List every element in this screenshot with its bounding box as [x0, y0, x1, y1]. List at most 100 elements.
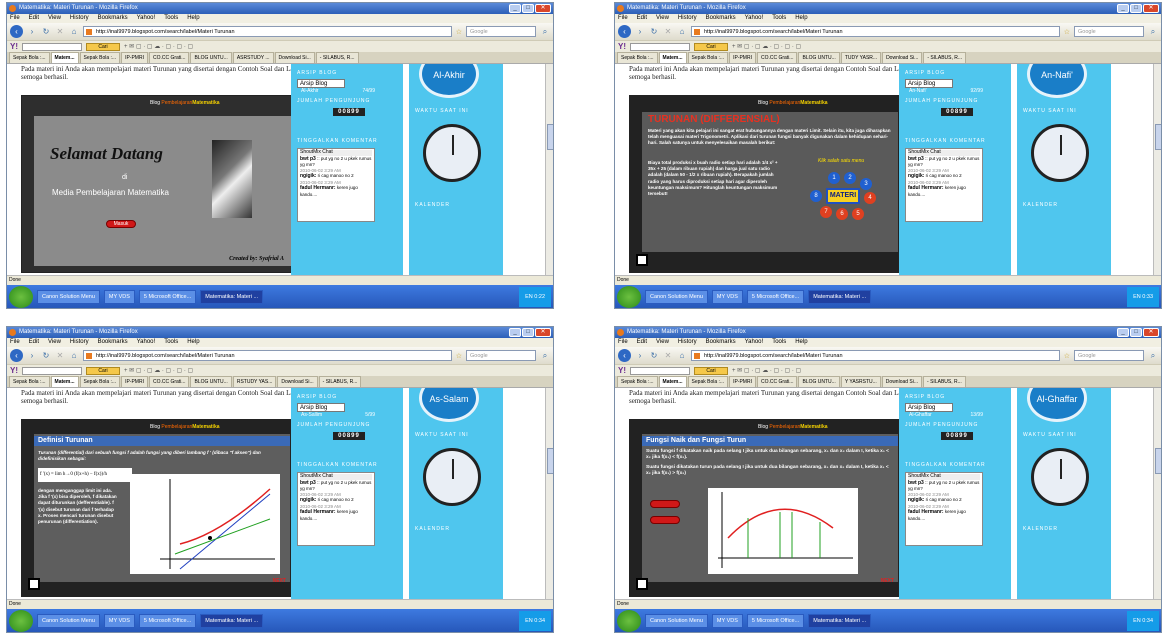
close-button[interactable]: ✕: [1143, 4, 1159, 13]
menu-item-file[interactable]: File: [618, 14, 628, 23]
back-icon[interactable]: ‹: [618, 349, 631, 362]
menu-item-tools[interactable]: Tools: [164, 338, 178, 347]
browser-tab[interactable]: Sepak Bola :...: [79, 376, 121, 387]
browser-tab[interactable]: BLOG UNTU...: [798, 376, 840, 387]
taskbar-button[interactable]: Canon Solution Menu: [645, 614, 708, 628]
menu-item-help[interactable]: Help: [187, 14, 199, 23]
menu-item-2[interactable]: 2: [844, 172, 856, 184]
menu-item-bookmarks[interactable]: Bookmarks: [706, 14, 736, 23]
menu-item-view[interactable]: View: [656, 14, 669, 23]
toolbar-icons[interactable]: + ✉ ▢ · ▢ ☁ · ▢ · ▢ · ▢: [732, 43, 801, 50]
menu-item-edit[interactable]: Edit: [29, 14, 39, 23]
menu-item-tools[interactable]: Tools: [772, 14, 786, 23]
browser-tab[interactable]: Sepak Bola :...: [9, 376, 50, 387]
yahoo-search-button[interactable]: Cari: [694, 366, 728, 375]
stop-icon[interactable]: ✕: [663, 351, 673, 360]
home-button-icon[interactable]: [28, 578, 40, 590]
url-bar[interactable]: http://inal9979.blogspot.com/search/labe…: [691, 350, 1060, 361]
browser-tab[interactable]: Sepak Bola :...: [617, 376, 658, 387]
browser-tab[interactable]: IP-PMRI: [729, 52, 756, 63]
bookmark-star-icon[interactable]: ☆: [1064, 28, 1070, 36]
menu-item-yahoo[interactable]: Yahoo!: [137, 14, 156, 23]
taskbar-button[interactable]: Canon Solution Menu: [37, 290, 100, 304]
browser-tab[interactable]: CO.CC Grati...: [756, 376, 798, 387]
taskbar-button[interactable]: Matematika: Materi ...: [200, 614, 264, 628]
start-button[interactable]: [9, 610, 33, 632]
search-icon[interactable]: ⌕: [540, 27, 550, 37]
browser-tab[interactable]: TUDY YASR...: [840, 52, 882, 63]
browser-tab[interactable]: CO.CC Grati...: [756, 52, 798, 63]
taskbar-button[interactable]: MY VDS: [103, 614, 135, 628]
taskbar-button[interactable]: 5 Microsoft Office...: [138, 290, 197, 304]
taskbar-button[interactable]: MY VDS: [711, 290, 743, 304]
flash-slide[interactable]: Blog PembelajaranMatematika Selamat Data…: [21, 95, 301, 273]
taskbar-button[interactable]: MY VDS: [711, 614, 743, 628]
taskbar-button[interactable]: 5 Microsoft Office...: [746, 290, 805, 304]
start-button[interactable]: [617, 610, 641, 632]
maximize-button[interactable]: □: [1130, 4, 1142, 13]
browser-tab[interactable]: CO.CC Grati...: [148, 376, 190, 387]
yahoo-search-button[interactable]: Cari: [694, 42, 728, 51]
toolbar-icons[interactable]: + ✉ ▢ · ▢ ☁ · ▢ · ▢ · ▢: [732, 367, 801, 374]
forward-icon[interactable]: ›: [27, 27, 37, 36]
search-icon[interactable]: ⌕: [1148, 351, 1158, 361]
menu-item-file[interactable]: File: [618, 338, 628, 347]
menu-item-bookmarks[interactable]: Bookmarks: [706, 338, 736, 347]
url-bar[interactable]: http://inal9979.blogspot.com/search/labe…: [691, 26, 1060, 37]
browser-tab[interactable]: Download Si...: [882, 52, 923, 63]
taskbar-button[interactable]: Matematika: Materi ...: [200, 290, 264, 304]
yahoo-logo[interactable]: Y!: [618, 366, 626, 375]
back-icon[interactable]: ‹: [618, 25, 631, 38]
browser-tab[interactable]: IP-PMRI: [121, 52, 148, 63]
yahoo-search-button[interactable]: Cari: [86, 366, 120, 375]
browser-tab[interactable]: - SILABUS, R...: [923, 376, 966, 387]
search-icon[interactable]: ⌕: [540, 351, 550, 361]
menu-item-yahoo[interactable]: Yahoo!: [137, 338, 156, 347]
bookmark-star-icon[interactable]: ☆: [456, 28, 462, 36]
close-button[interactable]: ✕: [535, 328, 551, 337]
menu-item-help[interactable]: Help: [795, 338, 807, 347]
browser-tab[interactable]: Sepak Bola :...: [687, 52, 729, 63]
browser-tab[interactable]: Download Si...: [881, 376, 923, 387]
menu-item-help[interactable]: Help: [795, 14, 807, 23]
stop-icon[interactable]: ✕: [55, 27, 65, 36]
menu-item-view[interactable]: View: [48, 14, 61, 23]
menu-item-edit[interactable]: Edit: [637, 338, 647, 347]
menu-item-history[interactable]: History: [678, 338, 697, 347]
minimize-button[interactable]: _: [1117, 328, 1129, 337]
shoutbox[interactable]: ShoutMix Chat bwt p3 :: put yg no 2 u pk…: [297, 472, 375, 546]
taskbar-button[interactable]: 5 Microsoft Office...: [138, 614, 197, 628]
stop-icon[interactable]: ✕: [663, 27, 673, 36]
yahoo-search-field[interactable]: [22, 42, 82, 51]
search-input[interactable]: Google: [1074, 26, 1144, 37]
toolbar-icons[interactable]: + ✉ ▢ · ▢ ☁ · ▢ · ▢ · ▢: [124, 43, 193, 50]
flash-slide[interactable]: Blog PembelajaranMatematika Fungsi Naik …: [629, 419, 909, 597]
page-scrollbar[interactable]: [545, 388, 553, 599]
browser-tab[interactable]: BLOG UNTU...: [190, 52, 232, 63]
bookmark-star-icon[interactable]: ☆: [456, 352, 462, 360]
shoutbox[interactable]: ShoutMix Chat bwt p3 :: put yg no 2 u pk…: [905, 472, 983, 546]
taskbar-button[interactable]: Canon Solution Menu: [645, 290, 708, 304]
menu-item-7[interactable]: 7: [820, 206, 832, 218]
minimize-button[interactable]: _: [509, 328, 521, 337]
forward-icon[interactable]: ›: [635, 27, 645, 36]
browser-tab[interactable]: IP-PMRI: [121, 376, 148, 387]
browser-tab[interactable]: BLOG UNTU...: [190, 376, 232, 387]
forward-icon[interactable]: ›: [635, 351, 645, 360]
menu-item-5[interactable]: 5: [852, 208, 864, 220]
close-button[interactable]: ✕: [1143, 328, 1159, 337]
menu-item-file[interactable]: File: [10, 14, 20, 23]
reload-icon[interactable]: ↻: [649, 27, 659, 36]
taskbar-button[interactable]: Canon Solution Menu: [37, 614, 100, 628]
yahoo-search-field[interactable]: [630, 366, 690, 375]
menu-item-yahoo[interactable]: Yahoo!: [745, 14, 764, 23]
minimize-button[interactable]: _: [1117, 4, 1129, 13]
archive-select[interactable]: Arsip Blog: [297, 79, 345, 88]
yahoo-search-button[interactable]: Cari: [86, 42, 120, 51]
browser-tab[interactable]: Matem...: [658, 52, 687, 63]
browser-tab[interactable]: BLOG UNTU...: [798, 52, 840, 63]
home-icon[interactable]: ⌂: [69, 351, 79, 360]
browser-tab[interactable]: Download Si...: [274, 52, 315, 63]
reload-icon[interactable]: ↻: [41, 27, 51, 36]
taskbar-button[interactable]: 5 Microsoft Office...: [746, 614, 805, 628]
